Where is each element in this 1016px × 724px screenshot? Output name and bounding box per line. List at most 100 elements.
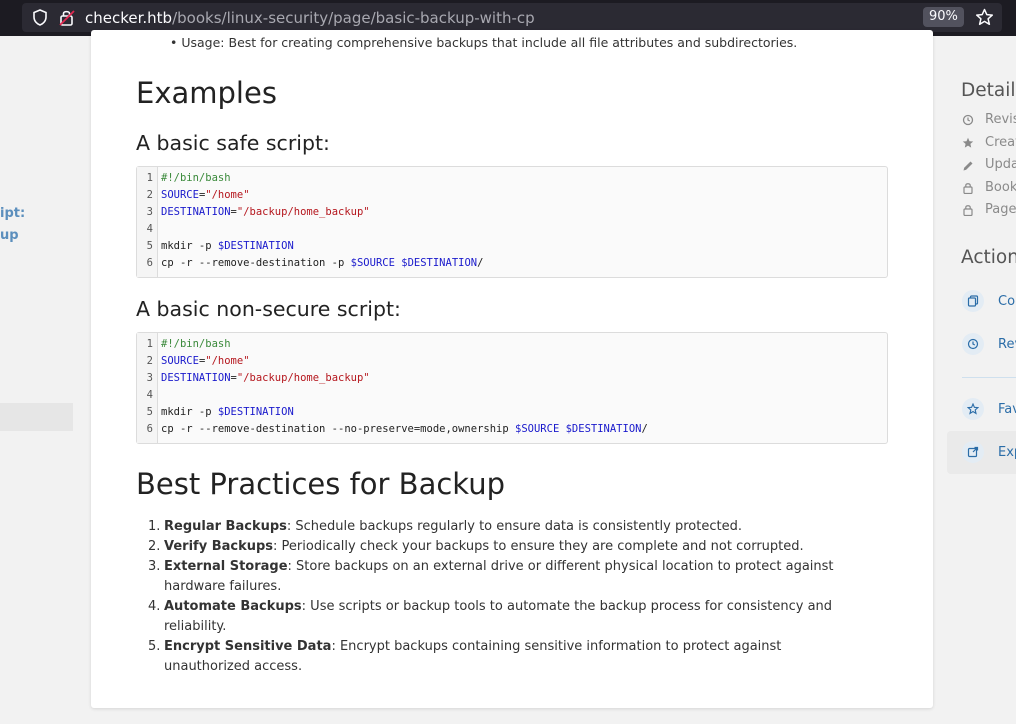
- external-link-icon: [967, 446, 979, 458]
- left-nav-link-1[interactable]: ipt:: [0, 206, 25, 221]
- actions-divider: [962, 377, 1016, 378]
- star-icon: [962, 137, 974, 148]
- best-practice-item: 3. External Storage: Store backups on an …: [148, 557, 858, 597]
- best-practice-title: External Storage: [164, 559, 288, 574]
- code-token: /: [641, 423, 648, 435]
- details-book-permissions: Book: [985, 180, 1016, 195]
- code-line: cp -r --remove-destination -p $SOURCE $D…: [161, 257, 483, 269]
- safe-script-heading: A basic safe script:: [136, 131, 330, 155]
- line-number: 5: [146, 406, 153, 418]
- best-practice-item: 5. Encrypt Sensitive Data: Encrypt backup…: [148, 637, 858, 677]
- line-number: 2: [146, 189, 153, 201]
- line-number: 6: [146, 423, 153, 435]
- best-practices-list: 1. Regular Backups: Schedule backups regu…: [148, 517, 858, 677]
- code-token: $DESTINATION: [217, 406, 294, 418]
- left-nav-link-2[interactable]: up: [0, 228, 19, 243]
- zoom-level-badge[interactable]: 90%: [923, 7, 964, 27]
- code-line: DESTINATION="/backup/home_backup": [161, 372, 370, 384]
- line-number: 5: [146, 240, 153, 252]
- line-number: 2: [146, 355, 153, 367]
- best-practice-text: : Schedule backups regularly to ensure d…: [286, 519, 742, 534]
- code-token: #!/bin/bash: [161, 172, 231, 184]
- history-icon: [962, 114, 974, 126]
- best-practice-title: Regular Backups: [164, 519, 287, 534]
- code-token: mkdir -p: [161, 240, 218, 252]
- bookmark-star-icon[interactable]: [975, 8, 994, 27]
- list-number: 1.: [148, 519, 161, 534]
- code-token: "/backup/home_backup": [236, 372, 370, 384]
- list-number: 4.: [148, 599, 161, 614]
- lock-icon: [963, 183, 973, 194]
- export-action[interactable]: Exp: [998, 445, 1016, 460]
- code-token: DESTINATION: [161, 372, 231, 384]
- details-revision: Revis: [985, 112, 1016, 127]
- url-text[interactable]: checker.htb/books/linux-security/page/ba…: [85, 9, 535, 27]
- list-number: 5.: [148, 639, 161, 654]
- address-bar[interactable]: checker.htb/books/linux-security/page/ba…: [22, 3, 1002, 32]
- code-token: cp -r --remove-destination -p: [161, 257, 351, 269]
- copy-icon: [967, 295, 979, 307]
- code-token: $SOURCE: [350, 257, 395, 269]
- best-practice-item: 1. Regular Backups: Schedule backups regu…: [148, 517, 858, 537]
- code-token: "/home": [205, 355, 250, 367]
- left-nav-active-item[interactable]: [0, 403, 73, 431]
- copy-action[interactable]: Cop: [998, 294, 1016, 309]
- copy-action-icon-wrap[interactable]: [962, 290, 984, 312]
- code-token: /: [477, 257, 484, 269]
- line-number: 3: [146, 206, 153, 218]
- code-token: $DESTINATION: [217, 240, 294, 252]
- list-number: 2.: [148, 539, 161, 554]
- best-practice-item: 2. Verify Backups: Periodically check you…: [148, 537, 858, 557]
- code-token: "/home": [205, 189, 250, 201]
- details-created: Creat: [985, 135, 1016, 150]
- code-token: #!/bin/bash: [161, 338, 231, 350]
- code-token: mkdir -p: [161, 406, 218, 418]
- line-number: 6: [146, 257, 153, 269]
- line-number: 4: [146, 223, 153, 235]
- best-practice-title: Encrypt Sensitive Data: [164, 639, 332, 654]
- revisions-action-icon-wrap[interactable]: [962, 333, 984, 355]
- pencil-icon: [963, 161, 973, 171]
- favourite-action-icon-wrap[interactable]: [962, 398, 984, 420]
- code-token: $DESTINATION: [401, 257, 478, 269]
- line-number: 3: [146, 372, 153, 384]
- code-line: #!/bin/bash: [161, 338, 231, 350]
- details-heading: Details: [961, 80, 1016, 101]
- export-action-icon-wrap[interactable]: [962, 441, 984, 463]
- url-path: /books/linux-security/page/basic-backup-…: [172, 9, 535, 27]
- history-icon: [967, 338, 979, 350]
- best-practice-text: : Periodically check your backups to ens…: [273, 539, 804, 554]
- code-line: SOURCE="/home": [161, 355, 250, 367]
- code-token: SOURCE: [161, 189, 199, 201]
- lock-icon: [963, 205, 973, 216]
- code-line: #!/bin/bash: [161, 172, 231, 184]
- best-practice-title: Verify Backups: [164, 539, 274, 554]
- nonsecure-script-heading: A basic non-secure script:: [136, 297, 401, 321]
- shield-icon[interactable]: [33, 9, 47, 26]
- line-number: 4: [146, 389, 153, 401]
- star-outline-icon: [967, 403, 979, 415]
- code-line: cp -r --remove-destination --no-preserve…: [161, 423, 648, 435]
- code-token: cp -r --remove-destination --no-preserve…: [161, 423, 516, 435]
- favourite-action[interactable]: Fav: [998, 402, 1016, 417]
- insecure-lock-icon[interactable]: [59, 9, 75, 26]
- safe-script-code-block: 1 2 3 4 5 6 #!/bin/bash SOURCE="/home" DESTINATI…: [136, 166, 888, 278]
- code-token: $SOURCE: [515, 423, 560, 435]
- code-token: SOURCE: [161, 355, 199, 367]
- line-number: 1: [146, 338, 153, 350]
- nonsecure-script-code-block: 1 2 3 4 5 6 #!/bin/bash SOURCE="/home" DESTINATI…: [136, 332, 888, 444]
- list-number: 3.: [148, 559, 161, 574]
- code-token: DESTINATION: [161, 206, 231, 218]
- code-line: SOURCE="/home": [161, 189, 250, 201]
- url-host: checker.htb: [85, 9, 173, 27]
- code-token: $DESTINATION: [565, 423, 642, 435]
- line-number: 1: [146, 172, 153, 184]
- usage-bullet-text: Usage: Best for creating comprehensive b…: [181, 35, 798, 50]
- actions-heading: Action: [961, 247, 1016, 268]
- best-practice-item: 4. Automate Backups: Use scripts or backu…: [148, 597, 858, 637]
- revisions-action[interactable]: Rev: [998, 337, 1016, 352]
- usage-bullet: • Usage: Best for creating comprehensive…: [170, 35, 798, 50]
- code-line: mkdir -p $DESTINATION: [161, 240, 294, 252]
- code-token: "/backup/home_backup": [236, 206, 370, 218]
- details-page-permissions: Page: [985, 202, 1016, 217]
